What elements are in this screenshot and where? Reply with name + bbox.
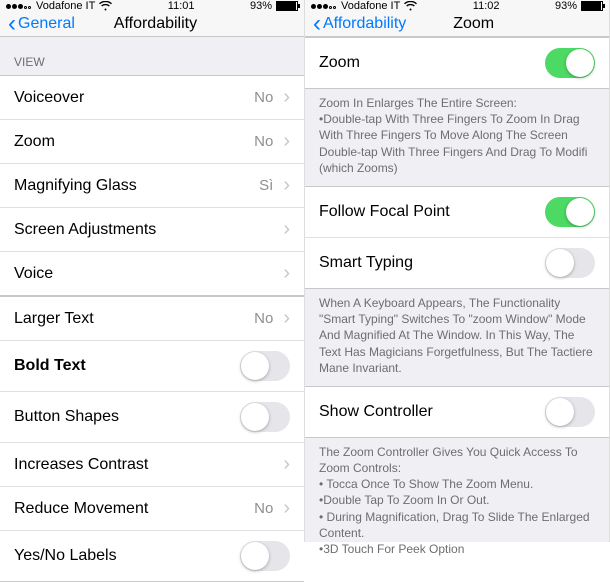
row-label: Zoom	[14, 133, 55, 151]
chevron-left-icon	[8, 12, 16, 36]
status-bar: Vodafone IT 11:02 93%	[305, 0, 609, 12]
follow-focal-switch[interactable]	[545, 197, 595, 227]
row-larger-text[interactable]: Larger Text No	[0, 297, 304, 341]
controller-description: The Zoom Controller Gives You Quick Acce…	[305, 438, 609, 567]
row-bold-text[interactable]: Bold Text	[0, 341, 304, 392]
desc-title: Zoom In Enlarges The Entire Screen:	[319, 95, 595, 111]
desc-line: •Double-tap With Three Fingers To Zoom I…	[319, 111, 595, 143]
row-value	[279, 262, 290, 285]
carrier-label: Vodafone IT	[341, 0, 400, 12]
row-label: Zoom	[319, 54, 360, 72]
row-yes-no-labels[interactable]: Yes/No Labels	[0, 531, 304, 581]
clock-label: 11:01	[112, 0, 250, 12]
zoom-description: Zoom In Enlarges The Entire Screen: •Dou…	[305, 89, 609, 186]
row-voice[interactable]: Voice	[0, 252, 304, 295]
back-button[interactable]: Affordability	[313, 12, 406, 36]
smart-typing-description: When A Keyboard Appears, The Functionali…	[305, 289, 609, 386]
desc-line: Double-tap With Three Fingers And Drag T…	[319, 144, 595, 176]
desc-line: •3D Touch For Peek Option	[319, 541, 595, 557]
desc-line: •Double Tap To Zoom In Or Out.	[319, 492, 595, 508]
row-label: Screen Adjustments	[14, 221, 156, 239]
group-zoom-toggle: Zoom	[305, 37, 609, 89]
battery-pct-label: 93%	[250, 0, 272, 12]
left-screen: Vodafone IT 11:01 93% General Affordabil…	[0, 0, 305, 542]
smart-typing-switch[interactable]	[545, 248, 595, 278]
group-focal-smart: Follow Focal Point Smart Typing	[305, 186, 609, 289]
row-label: Magnifying Glass	[14, 177, 137, 195]
row-label: Follow Focal Point	[319, 203, 450, 221]
battery-pct-label: 93%	[555, 0, 577, 12]
row-reduce-movement[interactable]: Reduce Movement No	[0, 487, 304, 531]
row-value	[279, 218, 290, 241]
group-view: Voiceover No Zoom No Magnifying Glass Sì…	[0, 75, 304, 296]
row-value: No	[254, 307, 290, 330]
nav-bar: General Affordability	[0, 12, 304, 37]
carrier-label: Vodafone IT	[36, 0, 95, 12]
row-smart-typing[interactable]: Smart Typing	[305, 238, 609, 288]
button-shapes-switch[interactable]	[240, 402, 290, 432]
row-button-shapes[interactable]: Button Shapes	[0, 392, 304, 443]
group-text-options: Larger Text No Bold Text Button Shapes I…	[0, 296, 304, 582]
zoom-switch[interactable]	[545, 48, 595, 78]
back-label: General	[18, 15, 75, 33]
row-label: Smart Typing	[319, 254, 413, 272]
row-value: No	[254, 130, 290, 153]
row-follow-focal[interactable]: Follow Focal Point	[305, 187, 609, 238]
battery-icon	[581, 1, 603, 11]
row-label: Larger Text	[14, 310, 94, 328]
row-zoom[interactable]: Zoom No	[0, 120, 304, 164]
clock-label: 11:02	[417, 0, 555, 12]
section-header-view: VIEW	[0, 37, 304, 75]
row-value: No	[254, 497, 290, 520]
row-magnifying-glass[interactable]: Magnifying Glass Sì	[0, 164, 304, 208]
row-label: Increases Contrast	[14, 456, 148, 474]
row-label: Button Shapes	[14, 408, 119, 426]
page-title: Affordability	[77, 15, 234, 33]
row-value: Sì	[259, 174, 290, 197]
row-label: Voice	[14, 265, 53, 283]
row-label: Voiceover	[14, 89, 84, 107]
show-controller-switch[interactable]	[545, 397, 595, 427]
desc-title: The Zoom Controller Gives You Quick Acce…	[319, 444, 595, 476]
row-zoom-toggle[interactable]: Zoom	[305, 38, 609, 88]
status-bar: Vodafone IT 11:01 93%	[0, 0, 304, 12]
bold-text-switch[interactable]	[240, 351, 290, 381]
desc-line: • During Magnification, Drag To Slide Th…	[319, 509, 595, 541]
row-screen-adjustments[interactable]: Screen Adjustments	[0, 208, 304, 252]
desc-line: • Tocca Once To Show The Zoom Menu.	[319, 476, 595, 492]
group-show-controller: Show Controller	[305, 386, 609, 438]
wifi-icon	[404, 1, 417, 11]
row-increases-contrast[interactable]: Increases Contrast	[0, 443, 304, 487]
row-label: Bold Text	[14, 357, 86, 375]
back-label: Affordability	[323, 15, 406, 33]
row-show-controller[interactable]: Show Controller	[305, 387, 609, 437]
battery-icon	[276, 1, 298, 11]
chevron-left-icon	[313, 12, 321, 36]
right-screen: Vodafone IT 11:02 93% Affordability Zoom…	[305, 0, 610, 542]
wifi-icon	[99, 1, 112, 11]
row-value	[279, 453, 290, 476]
nav-bar: Affordability Zoom	[305, 12, 609, 37]
back-button[interactable]: General	[8, 12, 75, 36]
row-label: Show Controller	[319, 403, 433, 421]
page-title: Zoom	[408, 15, 539, 33]
row-label: Reduce Movement	[14, 500, 148, 518]
row-voiceover[interactable]: Voiceover No	[0, 76, 304, 120]
row-label: Yes/No Labels	[14, 547, 117, 565]
row-value: No	[254, 86, 290, 109]
yes-no-labels-switch[interactable]	[240, 541, 290, 571]
